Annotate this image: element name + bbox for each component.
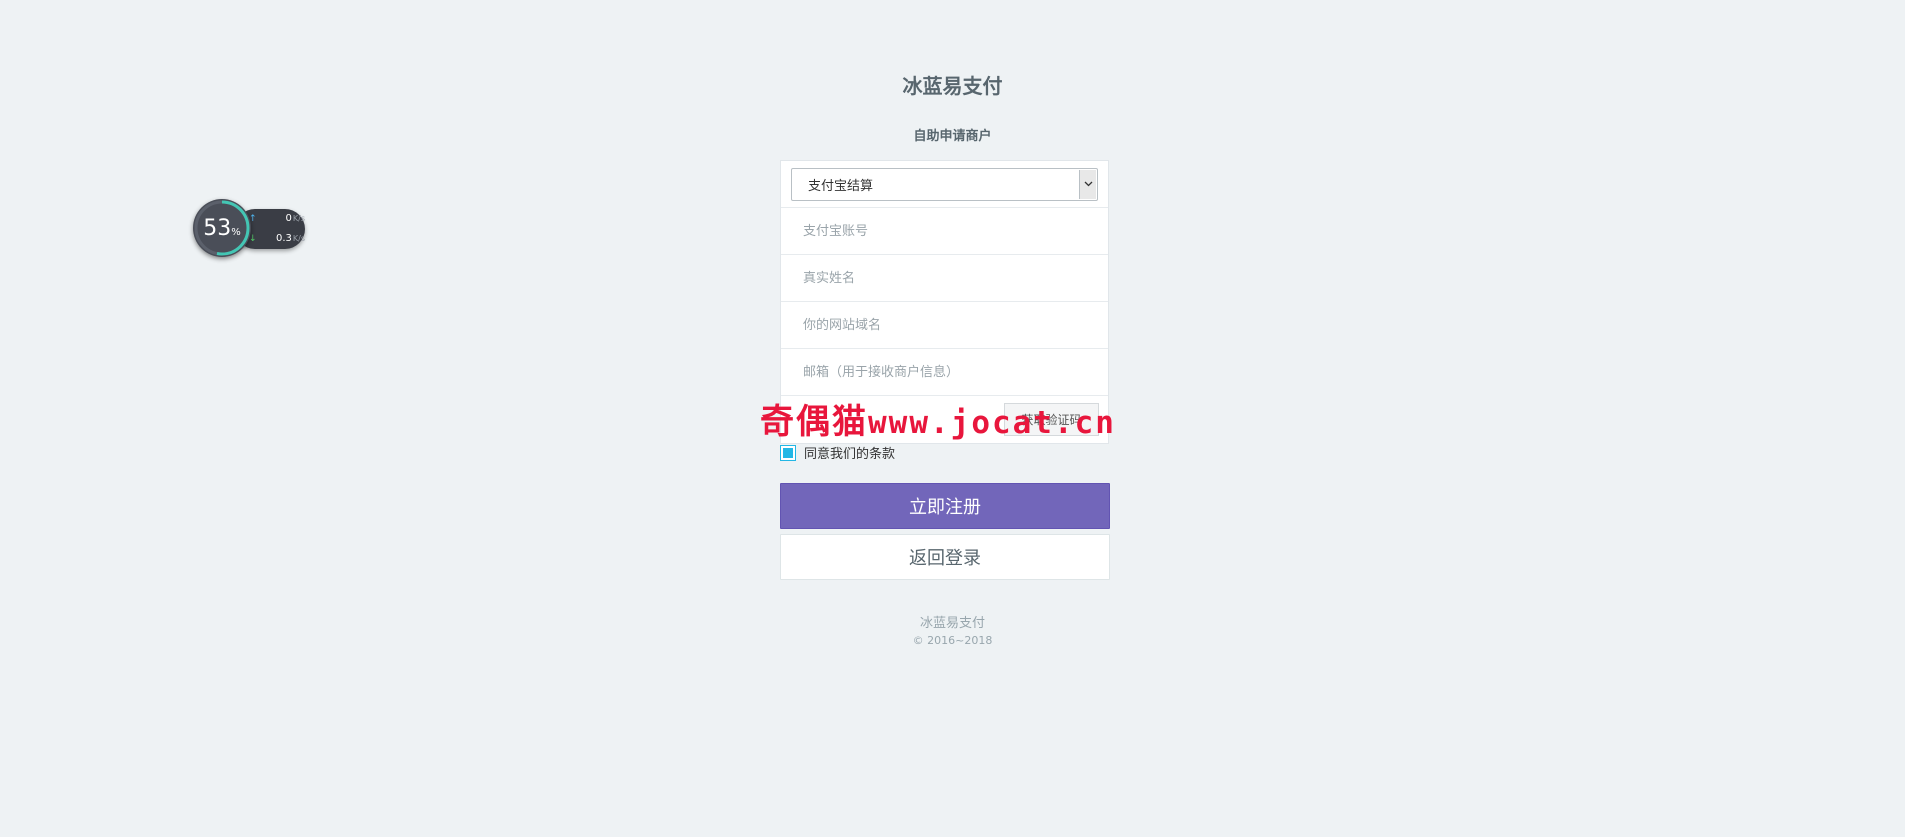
register-button[interactable]: 立即注册: [780, 483, 1110, 529]
settlement-row: 支付宝结算: [781, 161, 1108, 208]
real-name-input[interactable]: [781, 255, 1108, 301]
site-title: 冰蓝易支付: [902, 74, 1003, 98]
email-row: [781, 349, 1108, 396]
arrow-up-icon: ↑: [249, 214, 257, 224]
page-subtitle: 自助申请商户: [913, 129, 992, 144]
agree-label[interactable]: 同意我们的条款: [804, 443, 895, 462]
watermark-url: www.jocat.cn: [868, 405, 1116, 441]
settlement-select-value: 支付宝结算: [808, 178, 874, 194]
alipay-account-input[interactable]: [781, 208, 1108, 254]
usage-percent: 53%: [193, 199, 251, 257]
chevron-down-icon[interactable]: [1079, 169, 1096, 199]
website-domain-input[interactable]: [781, 302, 1108, 348]
usage-percent-sign: %: [231, 226, 241, 238]
checkbox-check-mark: [783, 447, 793, 458]
upload-speed: ↑ 0K/s: [249, 213, 305, 224]
alipay-account-row: [781, 208, 1108, 255]
download-speed-unit: K/s: [292, 234, 305, 243]
footer-site-name: 冰蓝易支付: [919, 616, 985, 631]
settlement-select[interactable]: 支付宝结算: [791, 167, 1098, 201]
usage-percent-value: 53: [203, 215, 232, 241]
download-speed-value: 0.3K/s: [275, 233, 305, 244]
upload-speed-value: 0K/s: [285, 213, 305, 224]
watermark-brand: 奇偶猫: [760, 402, 868, 442]
footer-copyright: © 2016~2018: [912, 634, 993, 647]
website-domain-row: [781, 302, 1108, 349]
download-speed: ↓ 0.3K/s: [249, 233, 305, 244]
agree-terms: 同意我们的条款: [780, 443, 895, 462]
watermark: 奇偶猫www.jocat.cn: [760, 394, 1116, 443]
arrow-down-icon: ↓: [249, 234, 257, 244]
back-to-login-button[interactable]: 返回登录: [780, 534, 1110, 580]
usage-circle[interactable]: 53%: [193, 199, 251, 257]
upload-speed-unit: K/s: [292, 214, 305, 223]
real-name-row: [781, 255, 1108, 302]
agree-checkbox[interactable]: [780, 444, 796, 461]
network-speed-widget[interactable]: ↑ 0K/s ↓ 0.3K/s 53%: [193, 199, 315, 261]
email-input[interactable]: [781, 349, 1108, 395]
